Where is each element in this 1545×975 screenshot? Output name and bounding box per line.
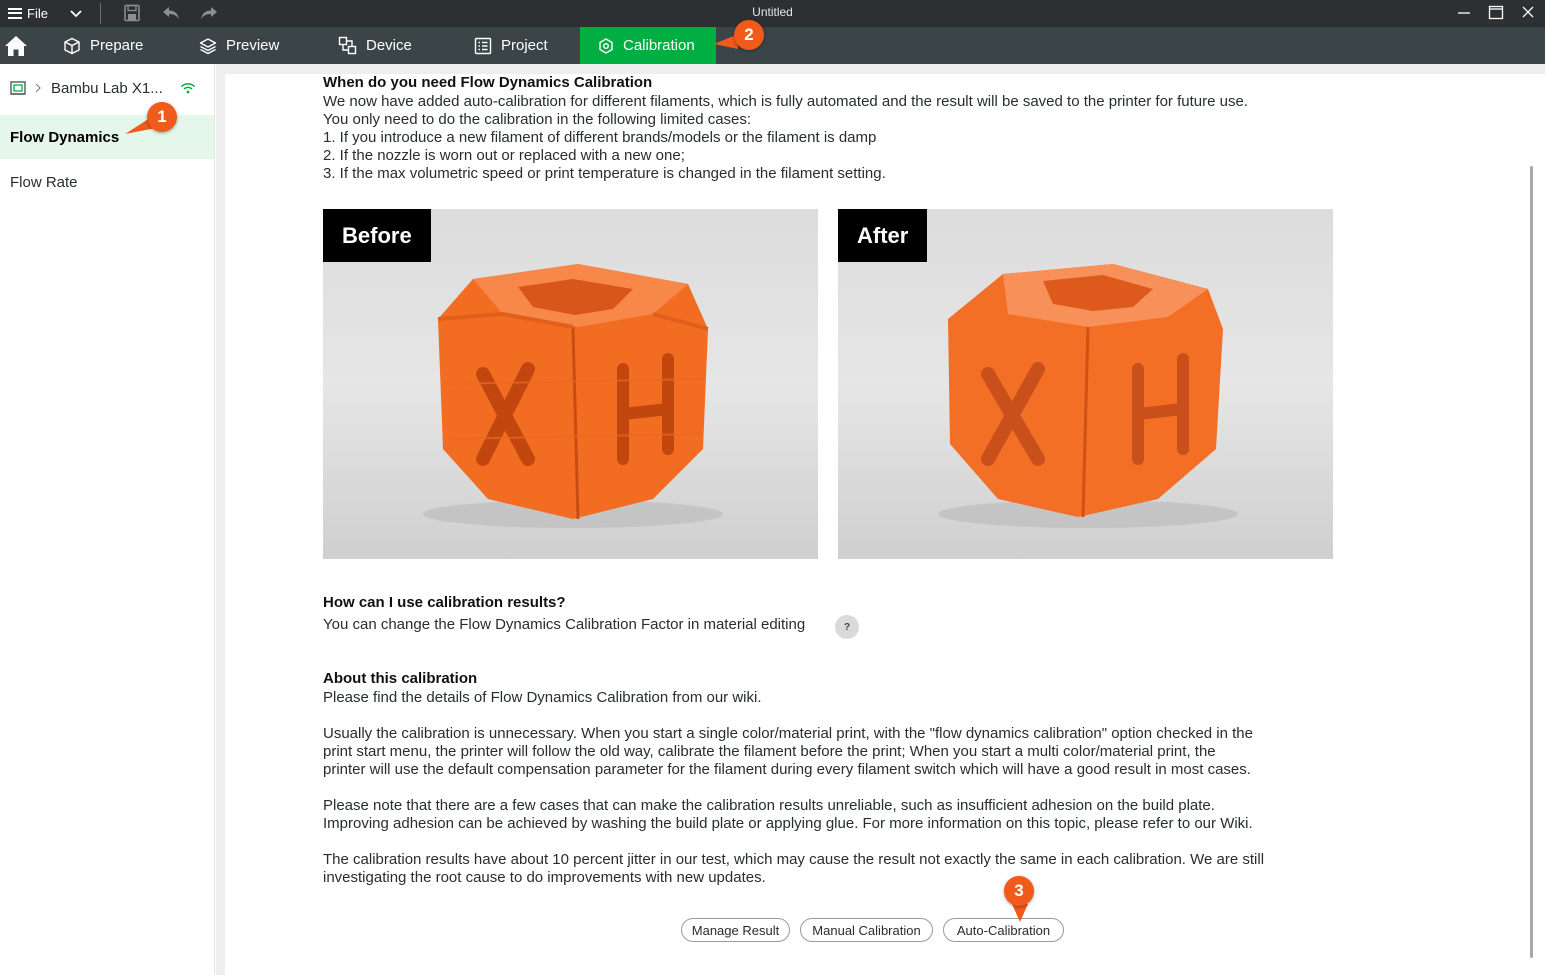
section-text-line: Please find the details of Flow Dynamics… xyxy=(323,689,762,706)
section-text-line: We now have added auto-calibration for d… xyxy=(323,93,1248,110)
minimize-icon[interactable] xyxy=(1452,2,1476,24)
tab-project-label: Project xyxy=(501,37,548,54)
section-text-line: Improving adhesion can be achieved by wa… xyxy=(323,815,1253,832)
tab-device[interactable]: Device xyxy=(338,27,448,64)
device-icon xyxy=(338,36,357,55)
printer-name: Bambu Lab X1... xyxy=(51,80,163,97)
section-text-line: You can change the Flow Dynamics Calibra… xyxy=(323,616,806,633)
project-icon xyxy=(474,37,492,54)
printer-icon xyxy=(10,81,26,95)
section-text-line: print start menu, the printer will follo… xyxy=(323,743,1216,760)
divider xyxy=(100,3,101,24)
auto-calibration-button[interactable]: Auto-Calibration xyxy=(943,918,1064,942)
section-text-line: Usually the calibration is unnecessary. … xyxy=(323,725,1253,742)
layers-icon xyxy=(199,37,217,54)
section-text-line: 1. If you introduce a new filament of di… xyxy=(323,129,877,146)
section-text-line: 2. If the nozzle is worn out or replaced… xyxy=(323,147,685,164)
chevron-down-icon[interactable] xyxy=(68,4,84,22)
manual-calibration-button[interactable]: Manual Calibration xyxy=(800,918,933,942)
sidebar-item-label: Flow Dynamics xyxy=(10,128,120,146)
close-icon[interactable] xyxy=(1516,2,1540,24)
callout-badge-3: 3 xyxy=(1004,876,1034,906)
help-button[interactable]: ? xyxy=(835,615,859,639)
section-text-line: investigating the root cause to do impro… xyxy=(323,869,766,886)
section-text-line: Please note that there are a few cases t… xyxy=(323,797,1215,814)
callout-badge-2: 2 xyxy=(734,20,764,50)
calibration-icon xyxy=(599,37,613,54)
tab-prepare-label: Prepare xyxy=(90,37,144,54)
calibration-sidebar: Bambu Lab X1... Flow Dynamics Flow Rate xyxy=(0,64,215,975)
title-bar: File Untitled xyxy=(0,0,1545,27)
scrollbar-track[interactable] xyxy=(1523,74,1545,975)
main-menu-bar: Prepare Preview Device Project Calibrati… xyxy=(0,27,1545,64)
tab-calibration-label: Calibration xyxy=(623,37,695,54)
chevron-right-icon xyxy=(35,83,41,93)
undo-icon[interactable] xyxy=(161,4,181,22)
section-heading-when: When do you need Flow Dynamics Calibrati… xyxy=(323,74,653,91)
before-image: Before xyxy=(323,209,818,559)
sidebar-item-flow-dynamics[interactable]: Flow Dynamics xyxy=(0,115,214,159)
tab-preview-label: Preview xyxy=(226,37,280,54)
callout-badge-1: 1 xyxy=(147,102,177,132)
file-menu-button[interactable]: File xyxy=(8,4,48,22)
cube-icon xyxy=(64,37,80,54)
home-icon[interactable] xyxy=(4,34,28,58)
after-image: After xyxy=(838,209,1333,559)
save-icon[interactable] xyxy=(122,4,142,22)
after-label: After xyxy=(838,209,928,262)
tab-device-label: Device xyxy=(366,37,412,54)
tab-project[interactable]: Project xyxy=(474,27,584,64)
tab-preview[interactable]: Preview xyxy=(199,27,309,64)
section-text-line: You only need to do the calibration in t… xyxy=(323,111,752,128)
redo-icon[interactable] xyxy=(199,4,219,22)
file-menu-label: File xyxy=(27,5,48,21)
section-heading-about: About this calibration xyxy=(323,670,478,687)
manage-result-button[interactable]: Manage Result xyxy=(681,918,790,942)
section-text-line: 3. If the max volumetric speed or print … xyxy=(323,165,886,182)
section-heading-how: How can I use calibration results? xyxy=(323,594,566,611)
tab-calibration[interactable]: Calibration xyxy=(580,27,716,64)
sidebar-item-label: Flow Rate xyxy=(10,173,78,191)
window-title: Untitled xyxy=(752,5,793,19)
hamburger-icon xyxy=(8,7,22,19)
section-text-line: printer will use the default compensatio… xyxy=(323,761,1251,778)
section-text-line: The calibration results have about 10 pe… xyxy=(323,851,1265,868)
scrollbar-thumb[interactable] xyxy=(1530,166,1533,958)
sidebar-item-flow-rate[interactable]: Flow Rate xyxy=(0,160,214,204)
printer-selector[interactable]: Bambu Lab X1... xyxy=(0,76,215,100)
maximize-icon[interactable] xyxy=(1484,2,1508,24)
wifi-icon xyxy=(180,83,196,94)
before-label: Before xyxy=(323,209,431,262)
tab-prepare[interactable]: Prepare xyxy=(63,27,173,64)
